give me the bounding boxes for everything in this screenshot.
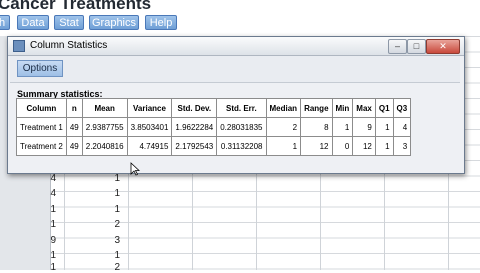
- column-header: n: [65, 98, 83, 118]
- table-cell: 12: [300, 136, 333, 156]
- table-cell: 1: [331, 117, 354, 137]
- close-icon[interactable]: ✕: [426, 39, 460, 54]
- column-header: Range: [300, 98, 333, 118]
- dialog-titlebar[interactable]: Column Statistics – □ ✕: [8, 37, 464, 56]
- menu-item-graphics[interactable]: Graphics: [89, 15, 139, 30]
- column-header: Q3: [392, 98, 412, 118]
- table-cell: 3: [392, 136, 412, 156]
- column-statistics-dialog: Column Statistics – □ ✕ Options Summary …: [7, 36, 465, 174]
- sheet-cell[interactable]: 1: [100, 188, 120, 199]
- app-title: Cancer Treatments: [0, 0, 152, 13]
- options-button[interactable]: Options: [17, 60, 63, 77]
- sheet-cell[interactable]: 4: [36, 173, 56, 184]
- menu-bar: h Data Stat Graphics Help: [0, 14, 480, 32]
- column-header: Mean: [81, 98, 128, 118]
- column-header: Q1: [374, 98, 394, 118]
- table-cell: 4: [392, 117, 412, 137]
- mouse-cursor-icon: [130, 162, 140, 176]
- sheet-cell[interactable]: 3: [100, 235, 120, 246]
- table-cell: Treatment 2: [16, 136, 67, 156]
- table-cell: 2: [265, 117, 302, 137]
- table-cell: 49: [65, 136, 83, 156]
- sheet-cell[interactable]: 2: [100, 219, 120, 230]
- table-cell: 3.8503401: [126, 117, 173, 137]
- table-cell: 9: [352, 117, 376, 137]
- sheet-cell[interactable]: 1: [36, 262, 56, 273]
- table-cell: 1: [374, 136, 394, 156]
- table-cell: 0.28031835: [216, 117, 267, 137]
- window-icon: [13, 40, 25, 52]
- column-header: Column: [16, 98, 67, 118]
- sheet-cell[interactable]: 1: [36, 250, 56, 261]
- sheet-cell[interactable]: 2: [100, 262, 120, 273]
- table-cell: 1: [265, 136, 302, 156]
- statistics-table: Column n Mean Variance Std. Dev. Std. Er…: [16, 98, 412, 156]
- table-cell: 1.9622284: [171, 117, 218, 137]
- table-cell: 8: [300, 117, 333, 137]
- sheet-cell[interactable]: 1: [100, 204, 120, 215]
- table-cell: 49: [65, 117, 83, 137]
- column-header: Min: [331, 98, 354, 118]
- dialog-toolbar: Options: [10, 56, 460, 83]
- sheet-cell[interactable]: 1: [100, 250, 120, 261]
- maximize-icon[interactable]: □: [407, 39, 426, 54]
- column-header: Std. Dev.: [171, 98, 218, 118]
- table-cell: 1: [374, 117, 394, 137]
- table-cell: 2.1792543: [171, 136, 218, 156]
- table-cell: 2.2040816: [81, 136, 128, 156]
- menu-item-help[interactable]: Help: [145, 15, 177, 30]
- column-header: Median: [265, 98, 302, 118]
- column-header: Max: [352, 98, 376, 118]
- table-cell: 0: [331, 136, 354, 156]
- table-row: Treatment 2 49 2.2040816 4.74915 2.17925…: [16, 136, 412, 156]
- column-header: Variance: [126, 98, 173, 118]
- table-cell: 2.9387755: [81, 117, 128, 137]
- menu-item-data[interactable]: Data: [17, 15, 49, 30]
- minimize-icon[interactable]: –: [388, 39, 407, 54]
- table-cell: Treatment 1: [16, 117, 67, 137]
- column-header: Std. Err.: [216, 98, 267, 118]
- dialog-title: Column Statistics: [30, 40, 108, 51]
- menu-item-partial[interactable]: h: [0, 15, 10, 30]
- sheet-cell[interactable]: 9: [36, 235, 56, 246]
- table-cell: 12: [352, 136, 376, 156]
- menu-item-stat[interactable]: Stat: [54, 15, 84, 30]
- sheet-cell[interactable]: 1: [36, 204, 56, 215]
- table-header-row: Column n Mean Variance Std. Dev. Std. Er…: [16, 98, 412, 118]
- table-cell: 4.74915: [126, 136, 173, 156]
- table-row: Treatment 1 49 2.9387755 3.8503401 1.962…: [16, 117, 412, 137]
- table-cell: 0.31132208: [216, 136, 267, 156]
- sheet-cell[interactable]: 1: [100, 173, 120, 184]
- sheet-cell[interactable]: 4: [36, 188, 56, 199]
- sheet-cell[interactable]: 1: [36, 219, 56, 230]
